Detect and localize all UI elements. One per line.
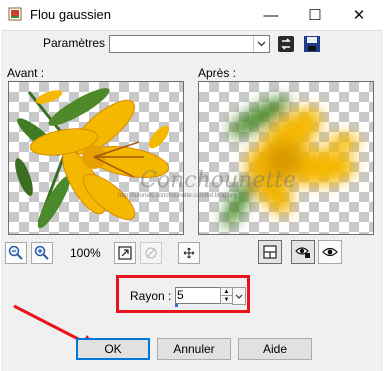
move-icon xyxy=(183,247,195,259)
presets-dropdown[interactable] xyxy=(109,35,270,53)
restore-button[interactable] xyxy=(140,242,162,264)
blurred-flower-image xyxy=(222,97,360,229)
zoom-out-icon xyxy=(8,245,23,260)
params-label: Paramètres : xyxy=(43,36,112,50)
after-label: Après : xyxy=(198,66,237,80)
title-bar: Flou gaussien — ☐ ✕ xyxy=(0,0,384,30)
zoom-in-button[interactable] xyxy=(31,242,53,264)
eye-button[interactable] xyxy=(318,240,342,264)
close-button[interactable]: ✕ xyxy=(336,0,382,30)
split-view-icon xyxy=(263,245,277,259)
load-preset-button[interactable] xyxy=(276,34,296,54)
maximize-button[interactable]: ☐ xyxy=(292,0,338,30)
eye-lock-button[interactable] xyxy=(291,240,315,264)
zoom-out-button[interactable] xyxy=(5,242,27,264)
zoom-in-icon xyxy=(34,245,49,260)
before-label: Avant : xyxy=(7,66,45,80)
restore-icon xyxy=(145,247,157,259)
save-preset-icon xyxy=(304,36,320,52)
radius-highlight-box xyxy=(116,275,250,313)
minimize-button[interactable]: — xyxy=(248,0,294,30)
eye-lock-icon xyxy=(295,247,310,258)
fit-preview-icon xyxy=(118,246,132,260)
before-preview[interactable] xyxy=(8,81,184,235)
picture-app-icon xyxy=(8,7,22,21)
save-preset-button[interactable] xyxy=(302,34,322,54)
load-preset-icon xyxy=(278,36,294,52)
watermark-url: http://tutoriels.conchounette.com/bd.blo… xyxy=(118,193,237,199)
zoom-level: 100% xyxy=(70,246,101,260)
ok-button[interactable]: OK xyxy=(76,338,150,360)
help-button[interactable]: Aide xyxy=(238,338,312,360)
after-preview[interactable] xyxy=(198,81,374,235)
watermark-text: Conchounette xyxy=(140,168,297,193)
eye-icon xyxy=(322,247,338,257)
window-title: Flou gaussien xyxy=(30,7,111,22)
cancel-button[interactable]: Annuler xyxy=(157,338,231,360)
split-view-button[interactable] xyxy=(258,240,282,264)
fit-preview-button[interactable] xyxy=(114,242,136,264)
move-button[interactable] xyxy=(178,242,200,264)
lily-flower-image xyxy=(15,88,170,229)
dropdown-arrow-icon[interactable] xyxy=(253,36,269,52)
